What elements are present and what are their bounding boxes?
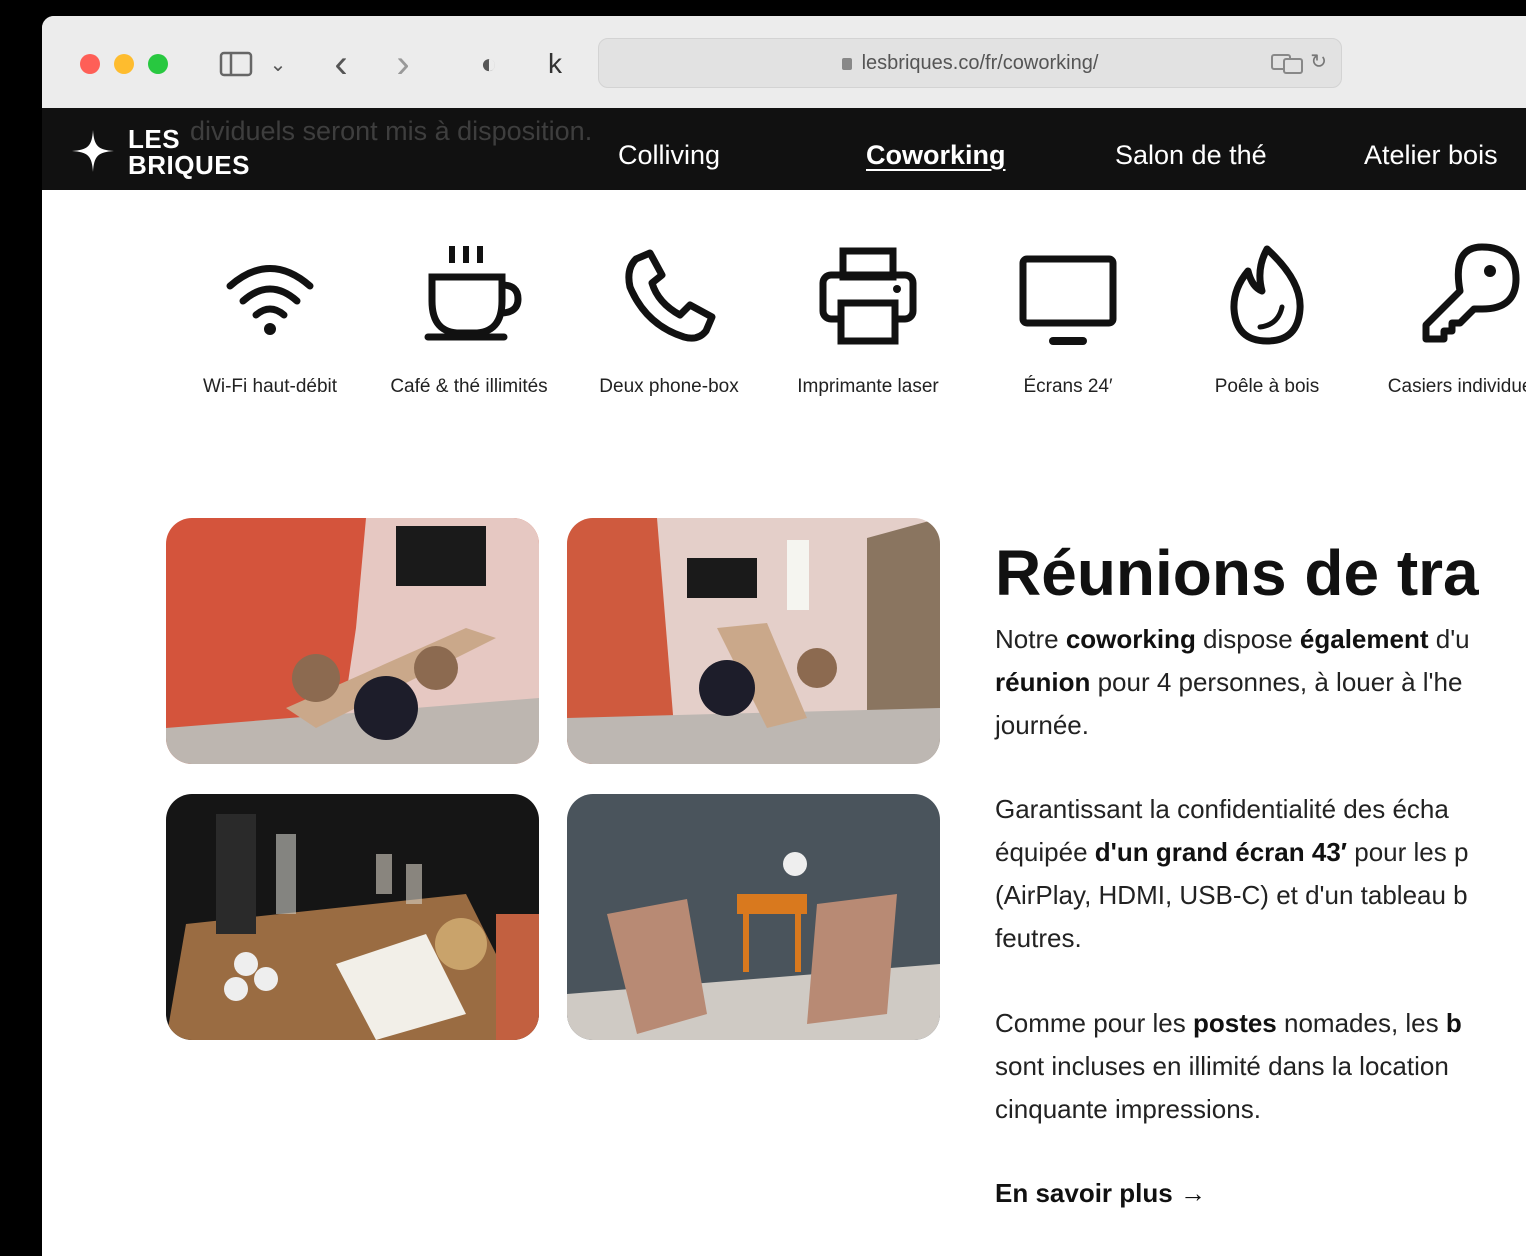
meeting-room-photo-2[interactable]: [567, 518, 940, 764]
address-bar[interactable]: lesbriques.co/fr/coworking/ ↻: [598, 38, 1342, 88]
forward-button[interactable]: ›: [388, 42, 418, 86]
amenity-phone-box: Deux phone-box: [574, 241, 764, 400]
text-span: b: [1445, 1008, 1462, 1038]
text-span: d'un grand écran 43′: [1094, 837, 1348, 867]
privacy-shield-icon[interactable]: ◐: [472, 44, 506, 84]
text-span: d'u: [1428, 624, 1470, 654]
text-span: nomades, les: [1276, 1008, 1446, 1038]
text-span: équipée: [995, 837, 1095, 867]
text-span: feutres.: [995, 923, 1082, 953]
learn-more-link[interactable]: En savoir plus →: [995, 1178, 1206, 1209]
phone-icon: [625, 249, 716, 342]
paragraph-2: Garantissant la confidentialité des écha…: [995, 788, 1526, 960]
text-span: (AirPlay, HDMI, USB-C) et d'un tableau b: [995, 880, 1468, 910]
text-span: Notre: [995, 624, 1066, 654]
extension-icon[interactable]: k: [540, 44, 570, 84]
amenity-lockers: Casiers individuels: [1372, 241, 1526, 400]
text-span: coworking: [1065, 624, 1196, 654]
key-icon: [1422, 243, 1520, 343]
monitor-icon: [1019, 255, 1117, 345]
amenity-wood-stove: Poêle à bois: [1172, 241, 1362, 400]
text-span: cinquante impressions.: [995, 1094, 1261, 1124]
minimize-window-button[interactable]: [114, 54, 134, 74]
amenity-wifi: Wi-Fi haut-débit: [175, 241, 365, 400]
zoom-window-button[interactable]: [148, 54, 168, 74]
reload-icon[interactable]: ↻: [1310, 51, 1327, 73]
amenity-label: Deux phone-box: [599, 376, 739, 397]
lock-icon: [841, 58, 852, 70]
text-span: également: [1299, 624, 1429, 654]
overlapping-text: dividuels seront mis à disposition.: [190, 116, 593, 146]
amenity-label: Wi-Fi haut-débit: [202, 376, 338, 397]
paragraph-3: Comme pour les postes nomades, les b son…: [995, 1002, 1526, 1131]
logo-star-icon[interactable]: [70, 128, 116, 174]
flame-icon: [1230, 245, 1304, 345]
text-span: dispose: [1195, 624, 1300, 654]
nav-salon-de-the[interactable]: Salon de thé: [1115, 140, 1267, 171]
site-logo[interactable]: LES BRIQUES: [128, 126, 250, 178]
address-bar-actions: ↻: [1270, 49, 1327, 74]
text-span: réunion: [995, 667, 1091, 697]
printer-icon: [819, 247, 917, 345]
section-heading: Réunions de tra: [995, 537, 1479, 609]
phone-box-photo[interactable]: [567, 794, 940, 1040]
amenity-coffee: Café & thé illimités: [374, 241, 564, 400]
back-button[interactable]: ‹: [326, 42, 356, 86]
close-window-button[interactable]: [80, 54, 100, 74]
logo-line-1: LES: [128, 124, 181, 154]
url-display[interactable]: lesbriques.co/fr/coworking/: [599, 52, 1341, 75]
amenity-label: Casiers individuels: [1387, 376, 1526, 397]
text-span: sont incluses en illimité dans la locati…: [995, 1051, 1449, 1081]
paragraph-1: Notre coworking dispose également d'u ré…: [995, 618, 1526, 747]
text-span: pour: [1347, 837, 1414, 867]
translate-icon[interactable]: [1270, 52, 1305, 74]
text-span: postes: [1192, 1008, 1277, 1038]
url-text: lesbriques.co/fr/coworking/: [861, 52, 1099, 74]
amenity-label: Poêle à bois: [1214, 376, 1320, 397]
text-span: pour 4 personnes, à louer à l'he: [1090, 667, 1463, 697]
amenity-screens: Écrans 24′: [973, 241, 1163, 400]
browser-window: ⌄ ‹ › ◐ k lesbriques.co/fr/coworking/ ↻ …: [42, 16, 1526, 1256]
meeting-room-photo-1[interactable]: [166, 518, 539, 764]
nav-atelier-bois[interactable]: Atelier bois: [1364, 140, 1498, 171]
text-span: Garantissant la confidentialité des écha: [995, 794, 1449, 824]
nav-coworking[interactable]: Coworking: [866, 140, 1006, 171]
amenity-label: Café & thé illimités: [390, 376, 548, 397]
coffee-corner-photo[interactable]: [166, 794, 539, 1040]
text-span: Comme pour les: [995, 1008, 1193, 1038]
text-span: journée.: [995, 710, 1089, 740]
nav-colliving[interactable]: Colliving: [618, 140, 720, 171]
amenity-printer: Imprimante laser: [773, 241, 963, 400]
logo-line-2: BRIQUES: [128, 150, 250, 180]
site-header: dividuels seront mis à disposition. LES …: [42, 108, 1526, 190]
sidebar-toggle-icon[interactable]: [216, 44, 256, 84]
amenity-label: Imprimante laser: [797, 376, 939, 397]
browser-toolbar: ⌄ ‹ › ◐ k lesbriques.co/fr/coworking/ ↻: [42, 16, 1526, 109]
wifi-icon: [226, 265, 314, 335]
text-span: les p: [1413, 837, 1469, 867]
sidebar-menu-chevron-icon[interactable]: ⌄: [268, 44, 288, 84]
coffee-cup-icon: [424, 246, 522, 341]
amenity-label: Écrans 24′: [1023, 376, 1113, 397]
